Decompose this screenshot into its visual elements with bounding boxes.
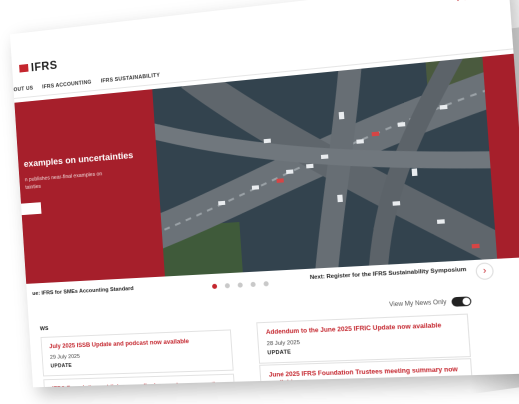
news-card[interactable]: IFRS Foundation publishes near-final exa… bbox=[43, 373, 236, 388]
carousel-prev-label[interactable]: ue: IFRS for SMEs Accounting Standard bbox=[32, 286, 134, 297]
toggle-label: View My News Only bbox=[388, 299, 447, 308]
news-card[interactable]: July 2025 ISSB Update and podcast now av… bbox=[40, 329, 234, 377]
my-news-toggle[interactable] bbox=[451, 296, 472, 307]
nav-item-ifrs-sustainability[interactable]: IFRS SUSTAINABILITY bbox=[101, 73, 161, 85]
hero-carousel: examples on uncertainties n publishes ne… bbox=[14, 53, 519, 284]
carousel-next-button[interactable]: › bbox=[475, 262, 495, 281]
news-card[interactable]: Addendum to the June 2025 IFRIC Update n… bbox=[256, 313, 471, 364]
carousel-dot[interactable] bbox=[211, 283, 218, 290]
carousel-next-label[interactable]: Next: Register for the IFRS Sustainabili… bbox=[310, 267, 467, 281]
ifrs-logo[interactable]: IFRS bbox=[19, 58, 58, 75]
news-filter: View My News Only bbox=[389, 296, 472, 309]
hero-read-more-button[interactable] bbox=[21, 202, 42, 216]
news-card-title[interactable]: IFRS Foundation publishes near-final exa… bbox=[44, 375, 234, 387]
carousel-dot[interactable] bbox=[250, 281, 256, 288]
carousel-dot[interactable] bbox=[237, 282, 243, 288]
carousel-dot[interactable] bbox=[224, 283, 231, 289]
hero-subtitle: n publishes near-final examples on taint… bbox=[24, 171, 103, 191]
webpage: IFRS OUT US IFRS ACCOUNTING IFRS SUSTAIN… bbox=[9, 0, 519, 388]
toggle-knob bbox=[462, 297, 471, 306]
hero-image-highway-interchange bbox=[152, 53, 519, 277]
logo-text: IFRS bbox=[30, 57, 58, 75]
header-icons bbox=[455, 0, 484, 2]
nav-item-about-us[interactable]: OUT US bbox=[13, 86, 33, 94]
screenshot-stage: IFRS OUT US IFRS ACCOUNTING IFRS SUSTAIN… bbox=[0, 0, 519, 404]
carousel-dots bbox=[211, 281, 269, 290]
news-card-title[interactable]: June 2025 IFRS Foundation Trustees meeti… bbox=[260, 359, 471, 387]
hero-text-panel: examples on uncertainties n publishes ne… bbox=[14, 89, 165, 284]
nav-item-ifrs-accounting[interactable]: IFRS ACCOUNTING bbox=[42, 80, 92, 91]
user-icon[interactable] bbox=[455, 0, 467, 2]
chevron-right-icon: › bbox=[482, 264, 487, 276]
news-heading: ws bbox=[39, 325, 49, 333]
logo-mark bbox=[19, 63, 29, 73]
carousel-dot[interactable] bbox=[263, 281, 269, 287]
